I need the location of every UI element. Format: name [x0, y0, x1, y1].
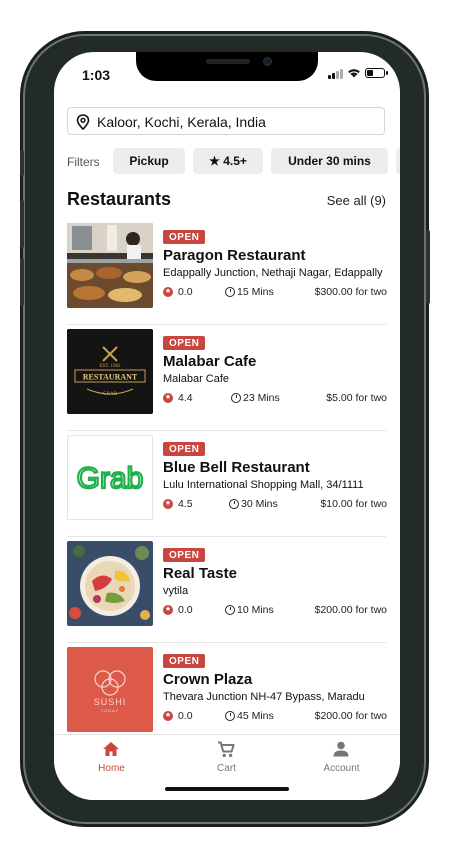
- price-for-two: $5.00 for two: [326, 392, 387, 404]
- restaurant-address: vytila: [163, 585, 189, 597]
- restaurant-address: Thevara Junction NH-47 Bypass, Maradu: [163, 691, 365, 703]
- grab-logo-text: Grab: [77, 462, 144, 495]
- price-for-two: $300.00 for two: [314, 286, 387, 298]
- app-screen: 1:03 Kaloor, Kochi, Kerala, India Filter…: [54, 52, 400, 800]
- logo-restaurant-text: RESTAURANT: [83, 373, 138, 382]
- filter-bar: Filters Pickup ★ 4.5+ Under 30 mins: [67, 148, 400, 176]
- status-badge: OPEN: [163, 336, 206, 350]
- location-pin-icon: [76, 114, 90, 130]
- price-for-two: $200.00 for two: [314, 710, 387, 722]
- sushi-logo-text: SUSHI: [94, 697, 127, 707]
- delivery-time: 23 Mins: [243, 392, 280, 404]
- filter-chip-more[interactable]: [396, 148, 400, 174]
- delivery-time: 10 Mins: [237, 604, 274, 616]
- rating-star-icon: ★: [163, 499, 173, 509]
- home-icon: [103, 742, 119, 756]
- tab-home-label: Home: [98, 763, 125, 774]
- filter-chip-pickup[interactable]: Pickup: [113, 148, 185, 174]
- filter-chip-rating[interactable]: ★ 4.5+: [193, 148, 263, 174]
- restaurant-card[interactable]: Grab OPEN Blue Bell Restaurant Lulu Inte…: [54, 432, 400, 537]
- rating-value: 0.0: [178, 710, 193, 722]
- rating-value: 0.0: [178, 604, 193, 616]
- restaurant-card[interactable]: OPEN Paragon Restaurant Edappally Juncti…: [54, 220, 400, 325]
- rating-star-icon: ★: [163, 605, 173, 615]
- tab-account-label: Account: [323, 763, 360, 774]
- restaurant-meta: ★ 4.4 23 Mins $5.00 for two: [163, 392, 387, 406]
- location-text: Kaloor, Kochi, Kerala, India: [97, 114, 266, 130]
- status-time: 1:03: [82, 67, 111, 83]
- front-camera: [264, 58, 271, 65]
- status-badge: OPEN: [163, 548, 206, 562]
- notch: [136, 52, 318, 81]
- restaurant-meta: ★ 0.0 10 Mins $200.00 for two: [163, 604, 387, 618]
- home-indicator[interactable]: [165, 787, 289, 791]
- filters-label: Filters: [67, 155, 100, 169]
- sushi-logo-subtext: TODAY: [101, 708, 119, 713]
- rating-star-icon: ★: [163, 711, 173, 721]
- price-for-two: $10.00 for two: [320, 498, 387, 510]
- power-button: [426, 230, 430, 304]
- divider: [67, 642, 386, 643]
- restaurant-meta: ★ 0.0 15 Mins $300.00 for two: [163, 286, 387, 300]
- battery-icon: [365, 68, 388, 78]
- grab-logo: Grab: [67, 435, 153, 520]
- tab-home[interactable]: Home: [54, 735, 169, 785]
- delivery-time: 45 Mins: [237, 710, 274, 722]
- divider: [67, 536, 386, 537]
- clock-icon: [225, 711, 235, 721]
- account-icon: [333, 741, 349, 757]
- silent-switch: [20, 150, 24, 176]
- restaurant-name: Paragon Restaurant: [163, 247, 306, 264]
- restaurant-name: Malabar Cafe: [163, 353, 257, 370]
- wifi-icon: [348, 69, 360, 78]
- restaurant-card[interactable]: OPEN Real Taste vytila ★ 0.0 10 Mins $20…: [54, 538, 400, 643]
- see-all-link[interactable]: See all (9): [327, 193, 386, 208]
- rating-value: 0.0: [178, 286, 193, 298]
- cart-icon: [218, 741, 235, 758]
- restaurant-address: Malabar Cafe: [163, 373, 230, 385]
- rating-star-icon: ★: [163, 393, 173, 403]
- divider: [67, 430, 386, 431]
- fruit-bowl-photo: [67, 541, 153, 626]
- location-bar[interactable]: Kaloor, Kochi, Kerala, India: [67, 107, 385, 135]
- restaurant-address: Edappally Junction, Nethaji Nagar, Edapp…: [163, 267, 383, 279]
- status-badge: OPEN: [163, 654, 206, 668]
- restaurant-address: Lulu International Shopping Mall, 34/111…: [163, 479, 364, 491]
- clock-icon: [231, 393, 241, 403]
- rating-star-icon: ★: [163, 287, 173, 297]
- price-for-two: $200.00 for two: [314, 604, 387, 616]
- tab-cart[interactable]: Cart: [169, 735, 284, 785]
- restaurant-name: Crown Plaza: [163, 671, 253, 688]
- restaurant-card[interactable]: EST. 1982 RESTAURANT GRAB OPEN Malabar C…: [54, 326, 400, 431]
- restaurants-heading: Restaurants: [67, 189, 172, 209]
- cellular-signal-icon: [328, 69, 344, 79]
- clock-icon: [225, 287, 235, 297]
- rating-value: 4.4: [178, 392, 193, 404]
- restaurant-meta: ★ 4.5 30 Mins $10.00 for two: [163, 498, 387, 512]
- status-bar: 1:03: [54, 52, 400, 90]
- filter-chip-time[interactable]: Under 30 mins: [271, 148, 388, 174]
- status-badge: OPEN: [163, 442, 206, 456]
- restaurant-logo: EST. 1982 RESTAURANT GRAB: [67, 329, 153, 414]
- restaurant-meta: ★ 0.0 45 Mins $200.00 for two: [163, 710, 387, 724]
- restaurant-name: Blue Bell Restaurant: [163, 459, 310, 476]
- clock-icon: [229, 499, 239, 509]
- logo-grab-text: GRAB: [103, 392, 118, 397]
- clock-icon: [225, 605, 235, 615]
- volume-down-button: [20, 258, 24, 306]
- status-badge: OPEN: [163, 230, 206, 244]
- tab-account[interactable]: Account: [284, 735, 399, 785]
- delivery-time: 15 Mins: [237, 286, 274, 298]
- food-counter-photo: [67, 223, 153, 308]
- tab-cart-label: Cart: [217, 763, 236, 774]
- delivery-time: 30 Mins: [241, 498, 278, 510]
- sushi-logo: SUSHI TODAY: [67, 647, 153, 732]
- speaker: [206, 59, 250, 64]
- volume-up-button: [20, 200, 24, 248]
- rating-value: 4.5: [178, 498, 193, 510]
- logo-est-text: EST. 1982: [99, 364, 121, 369]
- restaurant-name: Real Taste: [163, 565, 237, 582]
- divider: [67, 324, 386, 325]
